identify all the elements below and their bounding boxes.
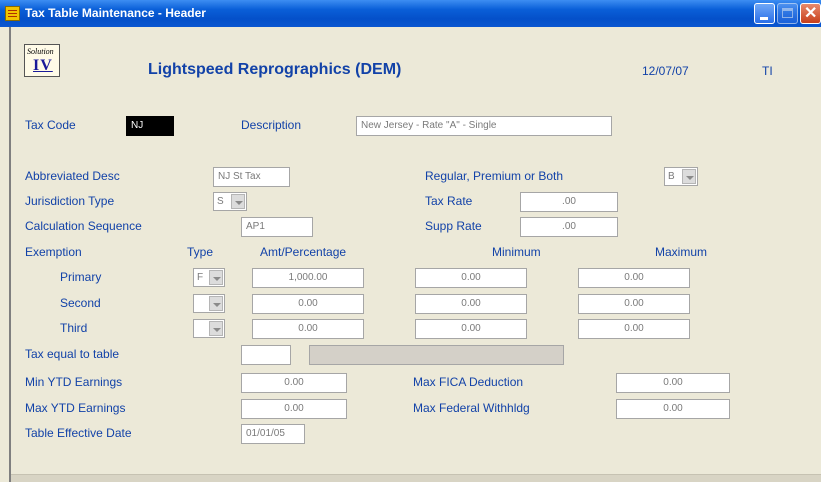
exemption-min-field[interactable]: 0.00 <box>415 294 527 314</box>
table-icon[interactable] <box>5 6 20 21</box>
supp-rate-label: Supp Rate <box>425 219 482 233</box>
exemption-row-label: Second <box>60 296 101 310</box>
max-federal-withhldg-label: Max Federal Withhldg <box>413 401 530 415</box>
exemption-amt-field[interactable]: 0.00 <box>252 319 364 339</box>
table-effective-date-field[interactable]: 01/01/05 <box>241 424 305 444</box>
calculation-sequence-label: Calculation Sequence <box>25 219 142 233</box>
maximize-button[interactable] <box>777 3 798 24</box>
solution-iv-logo: Solution IV <box>24 44 60 77</box>
chevron-down-icon[interactable] <box>209 296 223 311</box>
window-title: Tax Table Maintenance - Header <box>25 6 206 20</box>
chevron-down-icon[interactable] <box>231 194 245 209</box>
table-effective-date-label: Table Effective Date <box>25 426 132 440</box>
chevron-down-icon[interactable] <box>682 169 696 184</box>
max-fica-deduction-field[interactable]: 0.00 <box>616 373 730 393</box>
exemption-type-header: Type <box>187 245 214 259</box>
exemption-type-select[interactable]: F <box>193 268 225 287</box>
max-ytd-earnings-label: Max YTD Earnings <box>25 401 126 415</box>
close-button[interactable]: ✕ <box>800 3 821 24</box>
logo-text-line1: Solution <box>27 47 54 56</box>
min-ytd-earnings-field[interactable]: 0.00 <box>241 373 347 393</box>
chevron-down-icon[interactable] <box>209 270 223 285</box>
chevron-down-icon[interactable] <box>209 321 223 336</box>
max-fica-deduction-label: Max FICA Deduction <box>413 375 524 389</box>
header-date: 12/07/07 <box>642 64 689 78</box>
tax-equal-to-table-label: Tax equal to table <box>25 347 120 361</box>
minimize-button[interactable] <box>754 3 775 24</box>
company-name: Lightspeed Reprographics (DEM) <box>148 61 402 78</box>
exemption-type-select[interactable] <box>193 319 225 338</box>
abbreviated-desc-field[interactable]: NJ St Tax <box>213 167 290 187</box>
description-field[interactable]: New Jersey - Rate "A" - Single <box>356 116 612 136</box>
maximize-icon <box>782 8 793 18</box>
tax-code-field[interactable]: NJ <box>126 116 174 136</box>
logo-text-line2: IV <box>33 57 53 74</box>
close-icon: ✕ <box>804 5 818 22</box>
jurisdiction-type-select[interactable]: S <box>213 192 247 211</box>
exemption-type-select[interactable] <box>193 294 225 313</box>
min-ytd-earnings-label: Min YTD Earnings <box>25 375 123 389</box>
tax-code-label: Tax Code <box>25 118 76 132</box>
calculation-sequence-field[interactable]: AP1 <box>241 217 313 237</box>
tax-table-description-display <box>309 345 564 365</box>
exemption-amt-field[interactable]: 0.00 <box>252 294 364 314</box>
max-federal-withhldg-field[interactable]: 0.00 <box>616 399 730 419</box>
exemption-max-field[interactable]: 0.00 <box>578 294 690 314</box>
regular-premium-both-label: Regular, Premium or Both <box>425 169 564 183</box>
exemption-maximum-header: Maximum <box>655 245 708 259</box>
header-user: TI <box>762 64 773 78</box>
exemption-amt-field[interactable]: 1,000.00 <box>252 268 364 288</box>
exemption-row-label: Primary <box>60 270 102 284</box>
exemption-minimum-header: Minimum <box>492 245 541 259</box>
supp-rate-field[interactable]: .00 <box>520 217 618 237</box>
minimize-icon <box>760 17 768 20</box>
app-window: Tax Table Maintenance - Header ✕ Solutio… <box>0 0 821 482</box>
max-ytd-earnings-field[interactable]: 0.00 <box>241 399 347 419</box>
description-label: Description <box>241 118 302 132</box>
exemption-max-field[interactable]: 0.00 <box>578 319 690 339</box>
exemption-amt-header: Amt/Percentage <box>260 245 347 259</box>
exemption-min-field[interactable]: 0.00 <box>415 268 527 288</box>
exemption-label: Exemption <box>25 245 82 259</box>
jurisdiction-type-label: Jurisdiction Type <box>25 194 115 208</box>
title-bar[interactable]: Tax Table Maintenance - Header ✕ <box>0 0 821 27</box>
tax-equal-to-table-field[interactable] <box>241 345 291 365</box>
exemption-min-field[interactable]: 0.00 <box>415 319 527 339</box>
exemption-type-value: F <box>197 272 204 283</box>
status-strip <box>11 474 821 482</box>
tax-rate-field[interactable]: .00 <box>520 192 618 212</box>
jurisdiction-type-value: S <box>217 196 224 207</box>
exemption-max-field[interactable]: 0.00 <box>578 268 690 288</box>
regular-premium-both-value: B <box>668 171 675 182</box>
regular-premium-both-select[interactable]: B <box>664 167 698 186</box>
tax-rate-label: Tax Rate <box>425 194 473 208</box>
abbreviated-desc-label: Abbreviated Desc <box>25 169 120 183</box>
exemption-row-label: Third <box>60 321 88 335</box>
